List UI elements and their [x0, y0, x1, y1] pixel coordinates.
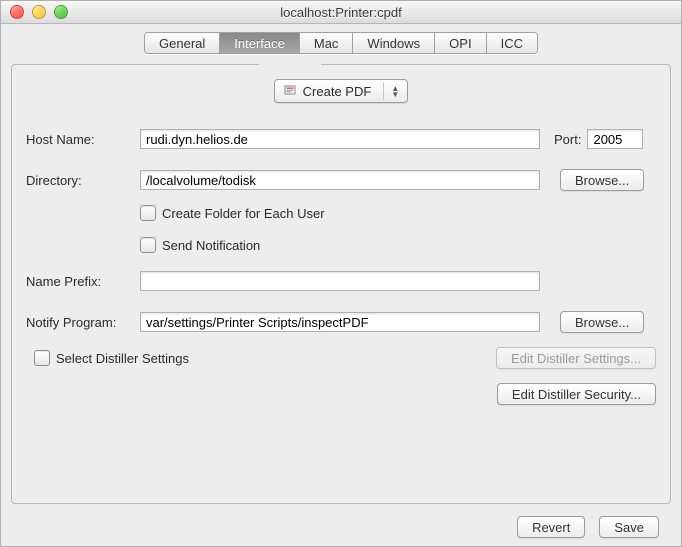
mode-popup-label: Create PDF: [303, 84, 372, 99]
tabs-row: General Interface Mac Windows OPI ICC: [1, 24, 681, 54]
row-distiller-security: Edit Distiller Security...: [26, 383, 656, 405]
row-notify-program: Notify Program: Browse...: [26, 311, 656, 333]
tab-general[interactable]: General: [145, 33, 220, 53]
directory-field[interactable]: [140, 170, 540, 190]
label-host-name: Host Name:: [26, 132, 140, 147]
tab-notch: [259, 64, 321, 66]
label-name-prefix: Name Prefix:: [26, 274, 140, 289]
minimize-icon[interactable]: [32, 5, 46, 19]
revert-button[interactable]: Revert: [517, 516, 585, 538]
notify-program-field[interactable]: [140, 312, 540, 332]
window-title: localhost:Printer:cpdf: [280, 5, 401, 20]
checkbox-box-icon: [140, 205, 156, 221]
checkbox-select-distiller-label: Select Distiller Settings: [56, 351, 189, 366]
browse-notify-button[interactable]: Browse...: [560, 311, 644, 333]
label-directory: Directory:: [26, 173, 140, 188]
edit-distiller-security-button[interactable]: Edit Distiller Security...: [497, 383, 656, 405]
tab-icc[interactable]: ICC: [487, 33, 537, 53]
row-distiller: Select Distiller Settings Edit Distiller…: [26, 347, 656, 369]
tab-mac[interactable]: Mac: [300, 33, 354, 53]
row-create-folder: Create Folder for Each User: [26, 205, 656, 221]
row-send-notification: Send Notification: [26, 237, 656, 253]
save-button[interactable]: Save: [599, 516, 659, 538]
mode-row: Create PDF ▲▼: [26, 79, 656, 103]
checkbox-create-folder-label: Create Folder for Each User: [162, 206, 325, 221]
row-directory: Directory: Browse...: [26, 169, 656, 191]
footer: Revert Save: [1, 504, 681, 538]
checkbox-send-notification[interactable]: Send Notification: [140, 237, 260, 253]
edit-distiller-settings-button: Edit Distiller Settings...: [496, 347, 656, 369]
window: localhost:Printer:cpdf General Interface…: [0, 0, 682, 547]
chevron-updown-icon: ▲▼: [383, 82, 401, 100]
row-name-prefix: Name Prefix:: [26, 271, 656, 291]
browse-directory-button[interactable]: Browse...: [560, 169, 644, 191]
tab-windows[interactable]: Windows: [353, 33, 435, 53]
host-name-field[interactable]: [140, 129, 540, 149]
zoom-icon[interactable]: [54, 5, 68, 19]
titlebar: localhost:Printer:cpdf: [1, 1, 681, 24]
label-port: Port:: [554, 132, 581, 147]
row-host: Host Name: Port:: [26, 129, 656, 149]
printer-icon: [283, 84, 297, 98]
checkbox-box-icon: [34, 350, 50, 366]
content-frame: Create PDF ▲▼ Host Name: Port: Directory…: [11, 64, 671, 504]
mode-popup[interactable]: Create PDF ▲▼: [274, 79, 409, 103]
tab-opi[interactable]: OPI: [435, 33, 486, 53]
traffic-lights: [10, 5, 68, 19]
checkbox-box-icon: [140, 237, 156, 253]
checkbox-select-distiller[interactable]: Select Distiller Settings: [34, 350, 189, 366]
checkbox-create-folder[interactable]: Create Folder for Each User: [140, 205, 325, 221]
tab-interface[interactable]: Interface: [220, 33, 300, 53]
label-notify-program: Notify Program:: [26, 315, 140, 330]
name-prefix-field[interactable]: [140, 271, 540, 291]
close-icon[interactable]: [10, 5, 24, 19]
checkbox-send-notification-label: Send Notification: [162, 238, 260, 253]
tab-bar: General Interface Mac Windows OPI ICC: [144, 32, 538, 54]
port-field[interactable]: [587, 129, 643, 149]
